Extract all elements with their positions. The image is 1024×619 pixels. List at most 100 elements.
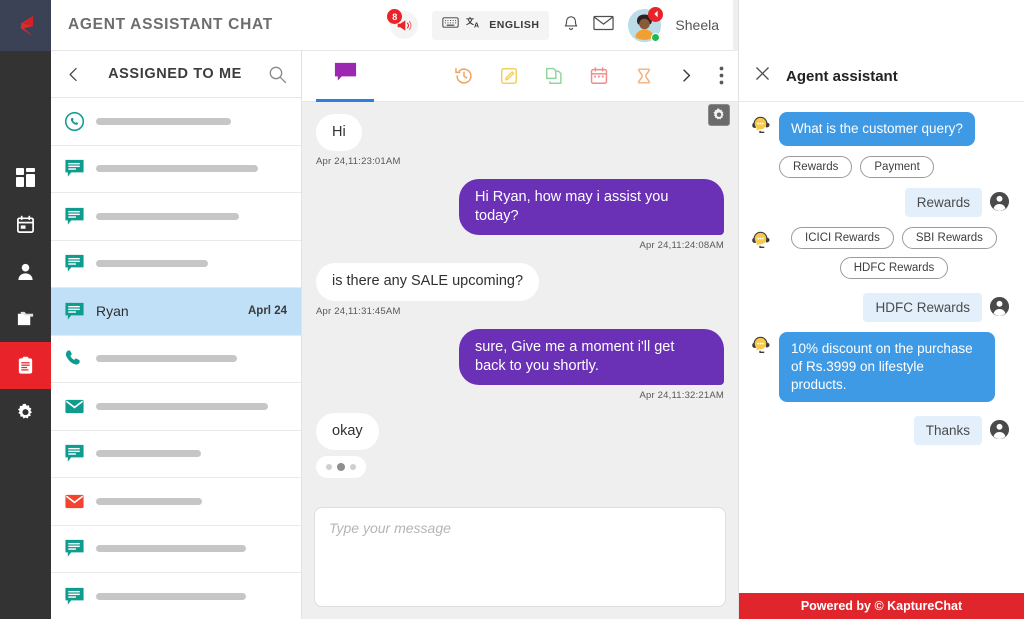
message-bubble: okay — [316, 412, 379, 450]
list-item[interactable] — [51, 193, 301, 241]
list-item[interactable] — [51, 525, 301, 573]
mail-icon — [63, 395, 85, 417]
assistant-user-bubble: Thanks — [913, 416, 982, 446]
assistant-message-row: HDFC Rewards — [749, 293, 1010, 323]
person-icon — [16, 262, 35, 281]
agent-assistant-title: Agent assistant — [786, 67, 898, 85]
list-item[interactable] — [51, 383, 301, 431]
note-edit-icon[interactable] — [499, 66, 519, 86]
chip-payment[interactable]: Payment — [860, 156, 934, 179]
list-item[interactable] — [51, 573, 301, 619]
kapture-logo-icon[interactable] — [0, 0, 51, 51]
assistant-bot-bubble: 10% discount on the purchase of Rs.3999 … — [779, 332, 995, 403]
redacted-text — [96, 450, 201, 458]
agent-assistant-messages: What is the customer query? Rewards Paym… — [739, 102, 1024, 593]
agent-assistant-header: Agent assistant — [739, 51, 1024, 102]
chat-icon — [63, 538, 85, 560]
assistant-message-row: What is the customer query? — [749, 112, 1010, 147]
list-item-name: Ryan — [96, 303, 129, 320]
mail-red-icon — [63, 490, 85, 512]
list-item-ryan[interactable]: Ryan Aprl 24 — [51, 288, 301, 336]
bot-headset-icon — [749, 114, 772, 137]
translate-icon: 文 A — [466, 15, 482, 35]
language-selector[interactable]: 文 A ENGLISH — [432, 10, 550, 40]
chat-icon — [63, 205, 85, 227]
typing-dot — [326, 463, 332, 470]
chip-sbi-rewards[interactable]: SBI Rewards — [901, 227, 997, 250]
left-nav-rail — [0, 0, 51, 619]
assistant-message-row: Rewards — [749, 188, 1010, 218]
message-row: sure, Give me a moment i'll get back to … — [316, 328, 724, 401]
list-item[interactable] — [51, 335, 301, 383]
conversation-items[interactable]: Ryan Aprl 24 — [51, 98, 301, 619]
powered-by-footer: Powered by © KaptureChat — [739, 593, 1024, 619]
chat-icon — [63, 443, 85, 465]
list-item[interactable] — [51, 430, 301, 478]
chat-settings-gear-icon[interactable] — [708, 104, 730, 126]
dashboard-icon — [16, 168, 35, 187]
copy-documents-icon[interactable] — [544, 66, 564, 86]
redacted-text — [96, 402, 268, 410]
chat-messages: Hi Apr 24,11:23:01AM Hi Ryan, how may i … — [302, 102, 738, 497]
agent-assistant-panel: Agent assistant What is the customer que… — [739, 0, 1024, 619]
message-timestamp: Apr 24,11:31:45AM — [316, 305, 401, 317]
phone-icon — [63, 348, 85, 370]
message-input-placeholder: Type your message — [329, 520, 451, 536]
message-bubble: Hi — [316, 114, 362, 152]
avatar[interactable] — [628, 6, 664, 42]
chevron-left-icon[interactable] — [65, 66, 82, 83]
topbar-icons: 8 文 A ENGLISH Sheela — [387, 6, 719, 42]
sidebar-item-files[interactable] — [0, 295, 51, 342]
history-icon[interactable] — [454, 66, 474, 86]
bot-headset-icon — [749, 229, 772, 252]
message-timestamp: Apr 24,11:23:01AM — [316, 156, 401, 168]
megaphone-icon[interactable]: 8 — [387, 9, 419, 39]
chat-icon — [63, 253, 85, 275]
list-item[interactable] — [51, 98, 301, 146]
chip-hdfc-rewards[interactable]: HDFC Rewards — [839, 257, 949, 280]
search-icon[interactable] — [268, 65, 287, 84]
list-item[interactable] — [51, 240, 301, 288]
online-status-dot — [651, 32, 661, 42]
svg-text:文: 文 — [466, 16, 474, 26]
redacted-text — [96, 545, 246, 553]
chat-icon — [63, 585, 85, 607]
list-item[interactable] — [51, 478, 301, 526]
calendar-icon — [16, 215, 35, 234]
redacted-text — [96, 117, 231, 125]
list-item-date: Aprl 24 — [248, 305, 287, 318]
ticket-icon[interactable] — [634, 66, 654, 86]
list-item[interactable] — [51, 145, 301, 193]
user-name: Sheela — [675, 17, 719, 33]
sidebar-item-tickets[interactable] — [0, 342, 51, 389]
user-avatar-icon — [989, 191, 1010, 212]
redacted-text — [96, 260, 208, 268]
assistant-bot-bubble: What is the customer query? — [779, 112, 975, 147]
mail-icon[interactable] — [593, 15, 615, 36]
more-vertical-icon[interactable] — [719, 66, 724, 85]
sidebar-item-settings[interactable] — [0, 389, 51, 436]
calendar-icon[interactable] — [589, 66, 609, 86]
sidebar-item-dashboard[interactable] — [0, 154, 51, 201]
sidebar-item-contacts[interactable] — [0, 248, 51, 295]
tab-chat[interactable] — [316, 51, 374, 102]
message-row: is there any SALE upcoming? Apr 24,11:31… — [316, 263, 724, 317]
chat-toolbar — [302, 51, 738, 102]
message-row: Hi Apr 24,11:23:01AM — [316, 114, 724, 167]
page-title: AGENT ASSISTANT CHAT — [68, 16, 273, 33]
message-input[interactable]: Type your message — [314, 507, 726, 607]
typing-indicator — [316, 455, 724, 478]
close-icon[interactable] — [755, 66, 770, 86]
assistant-message-row: Thanks — [749, 416, 1010, 446]
gear-icon — [16, 403, 35, 422]
clipboard-icon — [16, 356, 35, 375]
keyboard-icon — [442, 16, 459, 34]
redacted-text — [96, 497, 202, 505]
chip-icici-rewards[interactable]: ICICI Rewards — [791, 227, 894, 250]
bell-icon[interactable] — [563, 14, 579, 37]
assistant-message-row: 10% discount on the purchase of Rs.3999 … — [749, 332, 1010, 403]
sidebar-item-calendar[interactable] — [0, 201, 51, 248]
chip-rewards[interactable]: Rewards — [779, 156, 853, 179]
user-avatar-icon — [989, 296, 1010, 317]
chevron-right-icon[interactable] — [679, 68, 694, 83]
